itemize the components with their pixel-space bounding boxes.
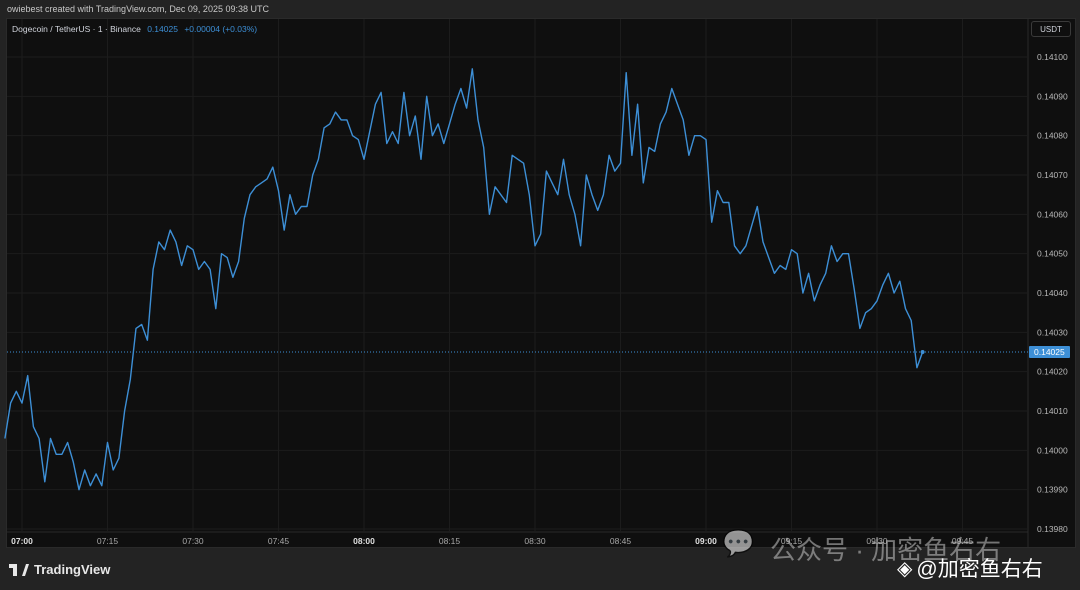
wechat-icon: 💬 <box>722 528 755 558</box>
x-tick-label: 07:15 <box>97 536 119 546</box>
last-price-badge-label: 0.14025 <box>1034 347 1065 357</box>
y-tick-label: 0.14040 <box>1037 288 1068 298</box>
y-tick-label: 0.14010 <box>1037 406 1068 416</box>
y-tick-label: 0.14050 <box>1037 249 1068 259</box>
x-tick-label: 08:15 <box>439 536 461 546</box>
price-line <box>4 68 924 491</box>
watermark-handle-group: ◈ @加密鱼右右 <box>897 553 1043 583</box>
y-tick-label: 0.14000 <box>1037 445 1068 455</box>
brand-name: TradingView <box>34 562 111 577</box>
y-tick-label: 0.14030 <box>1037 327 1068 337</box>
y-tick-label: 0.13990 <box>1037 485 1068 495</box>
tradingview-logo[interactable]: TradingView <box>9 562 110 577</box>
last-price-marker <box>920 350 925 354</box>
x-tick-label: 08:30 <box>524 536 546 546</box>
x-tick-label: 08:00 <box>353 536 375 546</box>
x-tick-label: 09:00 <box>695 536 717 546</box>
symbol-name: Dogecoin / TetherUS · 1 · Binance <box>12 24 141 34</box>
x-tick-label: 07:00 <box>11 536 33 546</box>
y-tick-label: 0.14100 <box>1037 52 1068 62</box>
x-tick-label: 07:30 <box>182 536 204 546</box>
y-tick-label: 0.14090 <box>1037 91 1068 101</box>
y-tick-label: 0.14020 <box>1037 367 1068 377</box>
symbol-legend: Dogecoin / TetherUS · 1 · Binance 0.1402… <box>12 24 257 34</box>
x-tick-label: 08:45 <box>610 536 632 546</box>
y-tick-label: 0.13980 <box>1037 524 1068 534</box>
x-tick-label: 07:45 <box>268 536 290 546</box>
last-price: 0.14025 <box>147 24 178 34</box>
price-change: +0.00004 (+0.03%) <box>184 24 258 34</box>
y-tick-label: 0.14080 <box>1037 131 1068 141</box>
binance-icon: ◈ <box>897 557 913 580</box>
tradingview-logo-icon <box>9 563 29 576</box>
y-tick-label: 0.14060 <box>1037 209 1068 219</box>
y-tick-label: 0.14070 <box>1037 170 1068 180</box>
watermark-handle: @加密鱼右右 <box>916 558 1043 581</box>
currency-unit-button[interactable]: USDT <box>1031 21 1071 37</box>
price-chart: 0.14100 0.14090 0.14080 0.14070 0.14060 0.140… <box>4 19 1070 548</box>
